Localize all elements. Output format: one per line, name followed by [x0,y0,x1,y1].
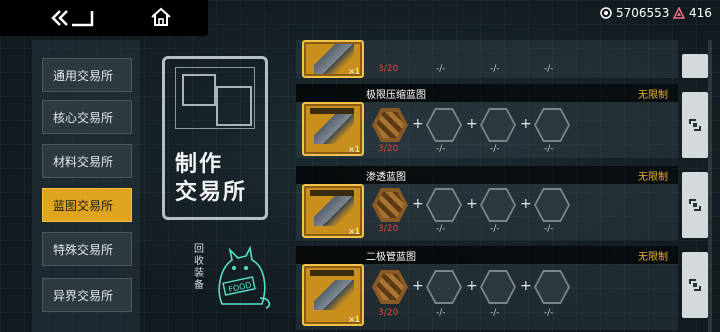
limit-label: 无限制 [638,251,668,263]
blueprint-name: 渗透蓝图 [366,171,406,183]
blueprint-name: 二极管蓝图 [366,251,416,263]
row-header: 渗透蓝图 无限制 [296,166,678,184]
plus-sign: + [520,278,532,294]
sidebar-item-material[interactable]: 材料交易所 [42,144,132,178]
recycle-mascot-icon[interactable]: FOOD [212,246,274,310]
exchange-icon [689,199,701,211]
plus-sign: + [520,116,532,132]
plus-sign: + [412,278,424,294]
exchange-title-card: 制作 交易所 [162,56,268,220]
currency-crystal: 416 [673,6,712,20]
craft-button[interactable] [682,54,708,78]
product-slot[interactable]: ×1 [302,184,364,238]
material-count: -/- [436,224,446,234]
home-icon[interactable] [150,6,172,28]
top-bar [0,0,208,36]
product-quantity: ×1 [348,315,360,324]
sidebar-item-blueprint[interactable]: 蓝图交易所 [42,188,132,222]
product-slot[interactable]: ×1 [302,264,364,326]
exchange-icon [689,119,701,131]
craft-button[interactable] [682,172,708,238]
material-count: -/- [544,224,554,234]
blueprint-icon [314,280,354,310]
sidebar-item-label: 通用交易所 [53,68,114,83]
row-header: 二极管蓝图 无限制 [296,246,678,264]
sidebar-item-label: 异界交易所 [53,288,114,303]
material-count: -/- [436,308,446,318]
material-count: 3/20 [378,308,399,318]
product-quantity: ×1 [348,145,360,154]
currency-gold-value: 5706553 [616,6,670,20]
material-count: -/- [490,144,500,154]
material-count: -/- [436,64,446,74]
blueprint-icon [314,114,354,144]
product-quantity: ×1 [348,227,360,236]
craft-button[interactable] [682,252,708,318]
plus-sign: + [466,116,478,132]
coin-icon [600,7,612,19]
plus-sign: + [520,196,532,212]
material-count: -/- [544,64,554,74]
back-icon[interactable] [50,7,96,29]
sidebar-item-otherworld[interactable]: 异界交易所 [42,278,132,312]
sidebar-item-label: 特殊交易所 [53,242,114,257]
sidebar-item-label: 核心交易所 [53,110,114,125]
craft-button[interactable] [682,92,708,158]
material-count: -/- [490,224,500,234]
material-count: -/- [490,64,500,74]
plus-sign: + [412,196,424,212]
currency-crystal-value: 416 [689,6,712,20]
plus-sign: + [466,278,478,294]
exchange-icon [689,279,701,291]
limit-label: 无限制 [638,89,668,101]
title-card-decoration [175,67,255,129]
plus-sign: + [466,196,478,212]
page-title: 制作 交易所 [175,151,247,207]
page-title-line2: 交易所 [175,180,248,205]
row-header: 极限压缩蓝图 无限制 [296,84,678,102]
crystal-icon [673,7,685,19]
material-count: 3/20 [378,224,399,234]
blueprint-name: 极限压缩蓝图 [366,89,426,101]
sidebar-item-general[interactable]: 通用交易所 [42,58,132,92]
sidebar-item-special[interactable]: 特殊交易所 [42,232,132,266]
page-title-line1: 制作 [175,152,224,177]
sidebar-item-label: 材料交易所 [53,154,114,169]
material-count: -/- [436,144,446,154]
product-quantity: ×1 [348,67,360,76]
plus-sign: + [412,116,424,132]
blueprint-tag [310,270,354,276]
blueprint-icon [314,196,354,226]
product-slot[interactable]: ×1 [302,40,364,78]
sidebar-item-label: 蓝图交易所 [53,198,114,213]
material-count: -/- [544,308,554,318]
material-count: -/- [490,308,500,318]
sidebar-item-core[interactable]: 核心交易所 [42,100,132,134]
material-count: 3/20 [378,144,399,154]
material-count: 3/20 [378,64,399,74]
currency-gold: 5706553 [600,6,669,20]
product-slot[interactable]: ×1 [302,102,364,156]
list-scrollbar[interactable] [708,40,712,332]
material-count: -/- [544,144,554,154]
limit-label: 无限制 [638,171,668,183]
recycle-equipment-label[interactable]: 回收装备 [192,244,206,292]
